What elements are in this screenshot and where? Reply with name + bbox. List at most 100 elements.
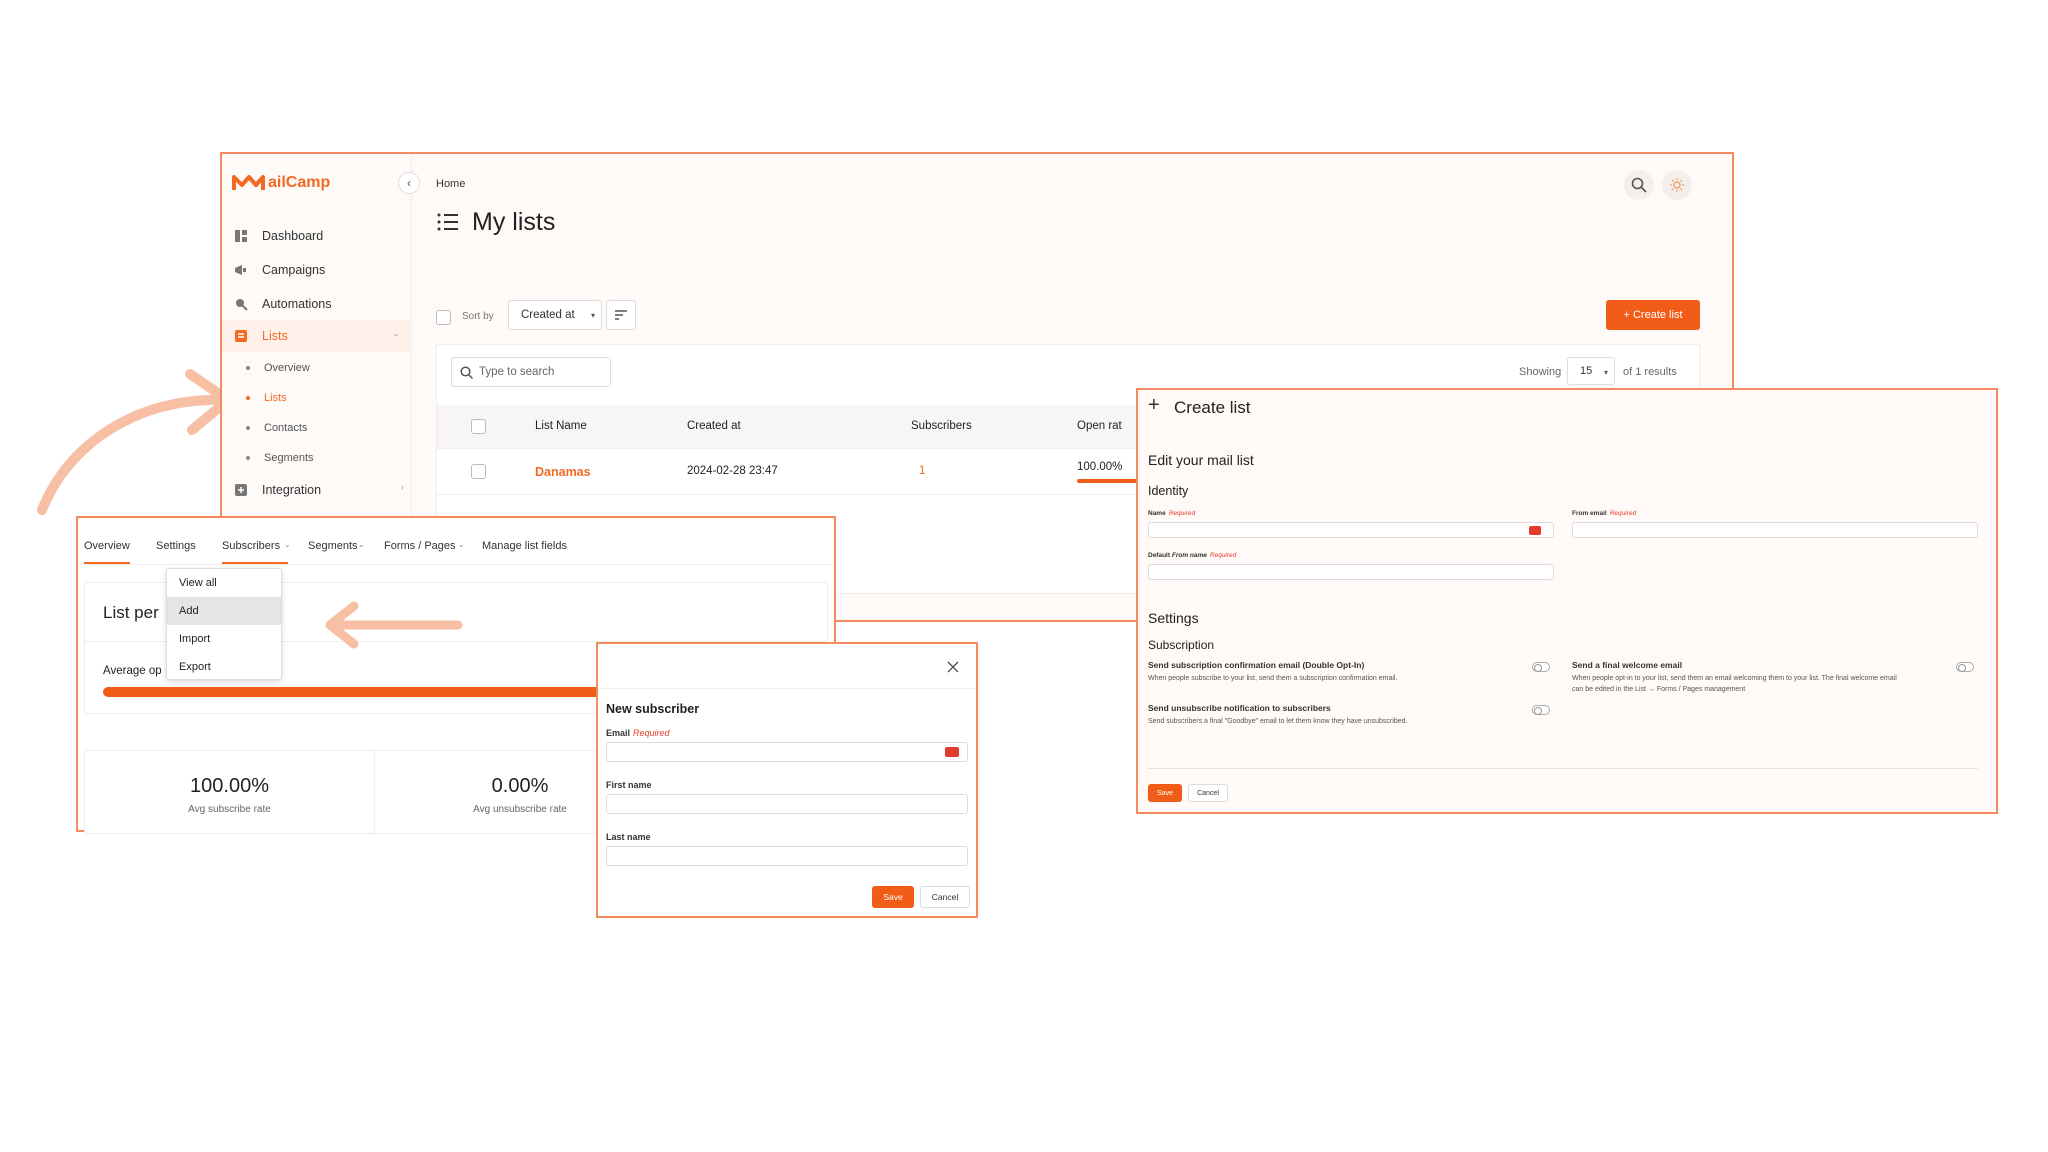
table-select-all-checkbox[interactable] <box>471 419 486 434</box>
email-field[interactable] <box>606 742 968 762</box>
menu-item-export[interactable]: Export <box>167 653 281 681</box>
tab-subscribers[interactable]: Subscribers <box>222 540 280 552</box>
sort-select[interactable]: Created at ▾ <box>508 300 602 330</box>
column-header-created-at[interactable]: Created at <box>687 420 741 432</box>
save-button[interactable]: Save <box>1148 784 1182 802</box>
save-label: Save <box>883 892 903 902</box>
open-rate-cell: 100.00% <box>1077 461 1123 473</box>
results-count: of 1 results <box>1623 366 1677 378</box>
tab-overview[interactable]: Overview <box>84 540 130 552</box>
double-optin-title: Send subscription confirmation email (Do… <box>1148 660 1365 670</box>
first-name-field[interactable] <box>606 794 968 814</box>
search-placeholder: Type to search <box>479 366 555 378</box>
list-name-link[interactable]: Danamas <box>535 465 591 479</box>
menu-item-view-all[interactable]: View all <box>167 569 281 597</box>
name-field[interactable] <box>1148 522 1554 538</box>
create-list-button[interactable]: + Create list <box>1606 300 1700 330</box>
performance-title: List per <box>103 603 159 622</box>
collapse-sidebar-button[interactable]: ‹ <box>398 172 420 194</box>
bullet-icon <box>246 396 250 400</box>
column-header-open-rate[interactable]: Open rat <box>1077 420 1122 432</box>
search-input[interactable]: Type to search <box>451 357 611 387</box>
search-button[interactable] <box>1624 170 1654 200</box>
search-icon <box>460 365 473 379</box>
stat-label: Avg subscribe rate <box>188 804 271 815</box>
breadcrumb[interactable]: Home <box>436 178 465 190</box>
unsubscribe-notification-title: Send unsubscribe notification to subscri… <box>1148 703 1331 713</box>
cancel-button[interactable]: Cancel <box>920 886 970 908</box>
default-from-name-field[interactable] <box>1148 564 1554 580</box>
sidebar-item-label: Integration <box>262 483 322 497</box>
mailcamp-logo-icon <box>232 175 265 190</box>
sidebar-item-dashboard[interactable]: Dashboard <box>234 226 323 246</box>
sidebar-subitem-contacts[interactable]: Contacts <box>246 422 307 434</box>
save-label: Save <box>1157 789 1173 797</box>
cancel-label: Cancel <box>931 892 959 902</box>
name-label-text: Name <box>1148 510 1166 517</box>
subscribers-dropdown-menu: View all Add Import Export <box>166 568 282 680</box>
required-tag: Required <box>1609 510 1637 517</box>
menu-item-import[interactable]: Import <box>167 625 281 653</box>
row-checkbox[interactable] <box>471 464 486 479</box>
sidebar-subitem-segments[interactable]: Segments <box>246 452 314 464</box>
sort-lines-icon <box>615 310 627 320</box>
from-email-label: From email Required <box>1572 510 1636 517</box>
sidebar-item-campaigns[interactable]: Campaigns <box>234 260 325 280</box>
chevron-down-icon: ⌄ <box>392 328 400 338</box>
sidebar-item-label: Automations <box>262 297 332 311</box>
close-button[interactable] <box>942 656 964 678</box>
integration-icon <box>234 483 248 497</box>
page-size-select[interactable]: 15 ▾ <box>1567 357 1615 385</box>
save-button[interactable]: Save <box>872 886 914 908</box>
sort-by-label: Sort by <box>462 311 494 322</box>
identity-heading: Identity <box>1148 484 1189 498</box>
showing-label: Showing <box>1519 366 1562 378</box>
select-all-checkbox[interactable] <box>436 310 451 325</box>
theme-toggle-button[interactable] <box>1662 170 1692 200</box>
column-header-subscribers[interactable]: Subscribers <box>911 420 972 432</box>
column-header-list-name[interactable]: List Name <box>535 420 587 432</box>
required-tag: Required <box>1209 552 1237 559</box>
unsubscribe-notification-description: Send subscribers a final "Goodbye" email… <box>1148 718 1408 725</box>
page-size-value: 15 <box>1580 365 1593 377</box>
sidebar-subitem-lists[interactable]: Lists <box>246 392 287 404</box>
menu-item-add[interactable]: Add <box>167 597 281 625</box>
welcome-email-toggle[interactable] <box>1956 662 1974 672</box>
create-list-panel: + Create list Edit your mail list Identi… <box>1136 388 1998 814</box>
name-label: Name Required <box>1148 510 1195 517</box>
tab-settings[interactable]: Settings <box>156 540 196 552</box>
tab-manage-list-fields[interactable]: Manage list fields <box>482 540 567 552</box>
double-optin-description: When people subscribe to your list, send… <box>1148 675 1398 682</box>
tab-forms-pages[interactable]: Forms / Pages <box>384 540 456 552</box>
brand-name: ailCamp <box>268 174 331 191</box>
footer-divider <box>1148 768 1978 769</box>
from-name-text: From name <box>1171 552 1207 559</box>
from-email-field[interactable] <box>1572 522 1978 538</box>
required-tag: Required <box>633 728 670 738</box>
welcome-email-title: Send a final welcome email <box>1572 660 1683 670</box>
caret-down-icon: ▾ <box>1603 368 1608 377</box>
double-optin-toggle[interactable] <box>1532 662 1550 672</box>
tab-segments[interactable]: Segments <box>308 540 358 552</box>
sidebar-subitem-overview[interactable]: Overview <box>246 362 310 374</box>
last-name-label: Last name <box>606 832 651 842</box>
close-icon <box>947 661 959 673</box>
sidebar-item-label: Dashboard <box>262 229 324 243</box>
sidebar-item-automations[interactable]: Automations <box>234 294 331 314</box>
password-manager-icon <box>945 747 959 757</box>
subscribers-cell[interactable]: 1 <box>919 465 925 477</box>
dashboard-icon <box>234 229 248 243</box>
curved-arrow-decoration <box>37 369 233 515</box>
list-icon <box>436 212 460 232</box>
unsubscribe-notification-toggle[interactable] <box>1532 705 1550 715</box>
sort-direction-button[interactable] <box>606 300 636 330</box>
last-name-field[interactable] <box>606 846 968 866</box>
default-from-name-label: Default From name Required <box>1148 552 1236 559</box>
sidebar-item-lists[interactable]: Lists ⌄ <box>222 320 410 352</box>
page-title: My lists <box>472 208 556 236</box>
cancel-button[interactable]: Cancel <box>1188 784 1228 802</box>
sidebar-item-integration[interactable]: Integration › <box>234 480 404 500</box>
subitem-label: Lists <box>264 392 287 404</box>
tabs-divider <box>78 564 834 565</box>
sun-icon <box>1670 178 1684 192</box>
